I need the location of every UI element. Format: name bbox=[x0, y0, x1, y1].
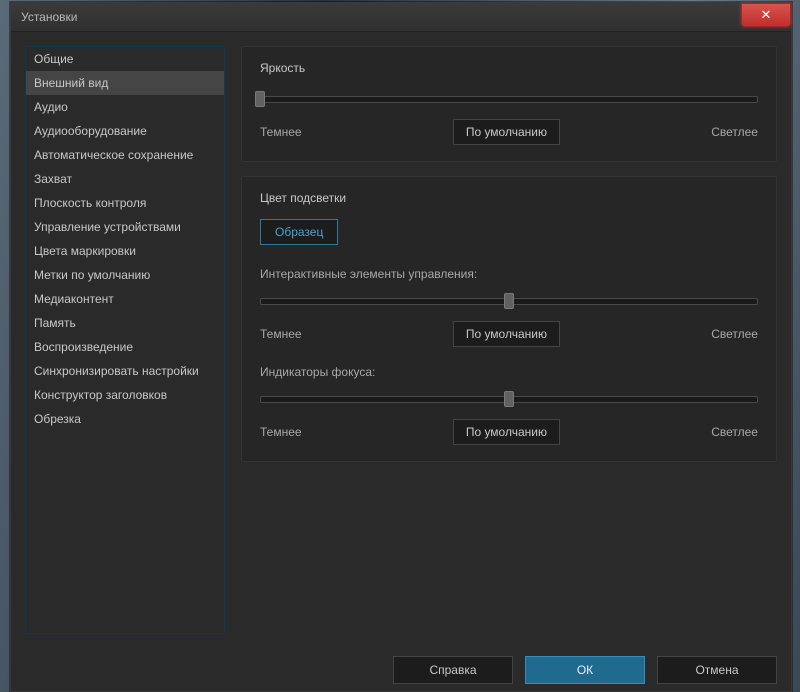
sidebar-item[interactable]: Аудио bbox=[26, 95, 224, 119]
brightness-default-button[interactable]: По умолчанию bbox=[453, 119, 560, 145]
focus-indicators-label: Индикаторы фокуса: bbox=[260, 365, 758, 379]
focus-right-label: Светлее bbox=[711, 425, 758, 439]
settings-window: Установки ✕ ОбщиеВнешний видАудиоАудиооб… bbox=[10, 2, 792, 692]
focus-left-label: Темнее bbox=[260, 425, 302, 439]
brightness-group: Яркость Темнее По умолчанию Светлее bbox=[241, 46, 777, 162]
brightness-left-label: Темнее bbox=[260, 125, 302, 139]
sidebar-item[interactable]: Конструктор заголовков bbox=[26, 383, 224, 407]
sidebar-item[interactable]: Память bbox=[26, 311, 224, 335]
highlight-title: Цвет подсветки bbox=[260, 191, 758, 205]
sidebar-item[interactable]: Обрезка bbox=[26, 407, 224, 431]
interactive-controls-label: Интерактивные элементы управления: bbox=[260, 267, 758, 281]
slider-thumb[interactable] bbox=[255, 91, 265, 107]
focus-labels: Темнее По умолчанию Светлее bbox=[260, 419, 758, 445]
titlebar: Установки ✕ bbox=[11, 3, 791, 32]
controls-default-button[interactable]: По умолчанию bbox=[453, 321, 560, 347]
sidebar-item[interactable]: Синхронизировать настройки bbox=[26, 359, 224, 383]
slider-thumb[interactable] bbox=[504, 391, 514, 407]
window-title: Установки bbox=[21, 10, 77, 24]
controls-right-label: Светлее bbox=[711, 327, 758, 341]
sidebar-item[interactable]: Аудиооборудование bbox=[26, 119, 224, 143]
body: ОбщиеВнешний видАудиоАудиооборудованиеАв… bbox=[11, 32, 791, 648]
focus-slider[interactable] bbox=[260, 389, 758, 409]
sidebar-item[interactable]: Медиаконтент bbox=[26, 287, 224, 311]
cancel-button[interactable]: Отмена bbox=[657, 656, 777, 684]
sidebar-item[interactable]: Управление устройствами bbox=[26, 215, 224, 239]
help-button[interactable]: Справка bbox=[393, 656, 513, 684]
brightness-slider[interactable] bbox=[260, 89, 758, 109]
slider-thumb[interactable] bbox=[504, 293, 514, 309]
close-icon: ✕ bbox=[761, 7, 772, 23]
highlight-sample-button[interactable]: Образец bbox=[260, 219, 338, 245]
brightness-labels: Темнее По умолчанию Светлее bbox=[260, 119, 758, 145]
close-button[interactable]: ✕ bbox=[741, 3, 791, 27]
sidebar-item[interactable]: Метки по умолчанию bbox=[26, 263, 224, 287]
sidebar-item[interactable]: Плоскость контроля bbox=[26, 191, 224, 215]
controls-left-label: Темнее bbox=[260, 327, 302, 341]
highlight-group: Цвет подсветки Образец Интерактивные эле… bbox=[241, 176, 777, 462]
sidebar-item[interactable]: Захват bbox=[26, 167, 224, 191]
sidebar-item[interactable]: Воспроизведение bbox=[26, 335, 224, 359]
sidebar: ОбщиеВнешний видАудиоАудиооборудованиеАв… bbox=[25, 46, 225, 634]
controls-slider[interactable] bbox=[260, 291, 758, 311]
brightness-right-label: Светлее bbox=[711, 125, 758, 139]
slider-track bbox=[260, 96, 758, 103]
brightness-title: Яркость bbox=[260, 61, 758, 75]
controls-labels: Темнее По умолчанию Светлее bbox=[260, 321, 758, 347]
sidebar-item[interactable]: Цвета маркировки bbox=[26, 239, 224, 263]
sidebar-item[interactable]: Внешний вид bbox=[26, 71, 224, 95]
content-panel: Яркость Темнее По умолчанию Светлее Цвет… bbox=[241, 46, 777, 634]
sidebar-item[interactable]: Общие bbox=[26, 47, 224, 71]
focus-default-button[interactable]: По умолчанию bbox=[453, 419, 560, 445]
sidebar-item[interactable]: Автоматическое сохранение bbox=[26, 143, 224, 167]
ok-button[interactable]: ОК bbox=[525, 656, 645, 684]
footer: Справка ОК Отмена bbox=[11, 648, 791, 692]
